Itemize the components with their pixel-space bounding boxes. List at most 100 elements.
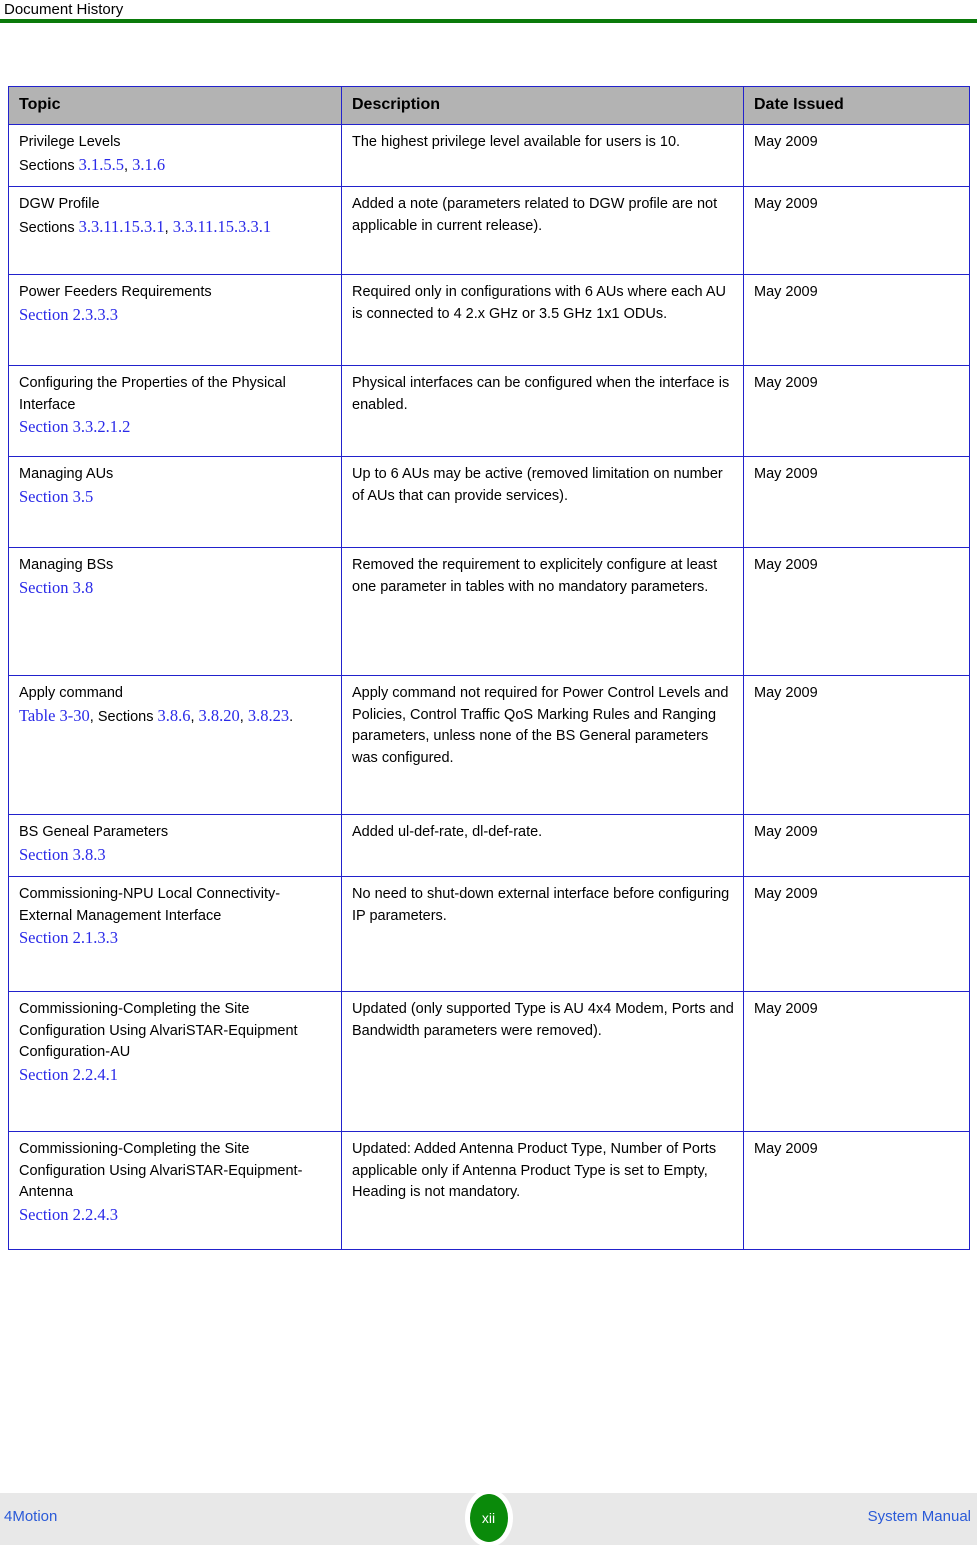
column-header-date-issued: Date Issued bbox=[743, 86, 970, 125]
section-link[interactable]: 3.8.6 bbox=[157, 706, 190, 725]
cell-topic: Managing AUs Section 3.5 bbox=[8, 456, 342, 548]
cell-topic: Configuring the Properties of the Physic… bbox=[8, 365, 342, 457]
section-link[interactable]: Section 3.3.2.1.2 bbox=[19, 417, 130, 436]
column-header-topic: Topic bbox=[8, 86, 342, 125]
topic-references: Section 2.3.3.3 bbox=[19, 304, 332, 328]
topic-title: Commissioning-NPU Local Connectivity-Ext… bbox=[19, 886, 281, 924]
topic-references: Section 3.8.3 bbox=[19, 844, 332, 868]
page-footer: 4Motion xii System Manual bbox=[0, 1489, 977, 1547]
cell-description: Updated: Added Antenna Product Type, Num… bbox=[341, 1131, 744, 1250]
topic-references: Section 3.8 bbox=[19, 577, 332, 601]
column-header-description: Description bbox=[341, 86, 744, 125]
cell-topic: Apply command Table 3-30, Sections 3.8.6,… bbox=[8, 675, 342, 815]
table-row: BS Geneal Parameters Section 3.8.3 Added u… bbox=[8, 814, 970, 877]
cell-date-issued: May 2009 bbox=[743, 1131, 970, 1250]
table-row: Apply command Table 3-30, Sections 3.8.6,… bbox=[8, 675, 970, 815]
section-link[interactable]: 3.8.23 bbox=[248, 706, 289, 725]
page-header: Document History bbox=[0, 0, 977, 30]
topic-references: Section 3.3.2.1.2 bbox=[19, 416, 332, 440]
section-link[interactable]: Section 3.8 bbox=[19, 578, 93, 597]
topic-title: Configuring the Properties of the Physic… bbox=[19, 375, 286, 413]
cell-description: Physical interfaces can be configured wh… bbox=[341, 365, 744, 457]
cell-topic: Managing BSs Section 3.8 bbox=[8, 547, 342, 676]
table-header: Topic Description Date Issued bbox=[8, 86, 970, 125]
cell-description: Required only in configurations with 6 A… bbox=[341, 274, 744, 366]
cell-date-issued: May 2009 bbox=[743, 876, 970, 992]
topic-title: BS Geneal Parameters bbox=[19, 824, 169, 840]
table-header-row: Topic Description Date Issued bbox=[8, 86, 970, 125]
topic-title: Commissioning-Completing the Site Config… bbox=[19, 1001, 298, 1060]
cell-description: Apply command not required for Power Con… bbox=[341, 675, 744, 815]
section-link[interactable]: Section 2.1.3.3 bbox=[19, 928, 118, 947]
cell-date-issued: May 2009 bbox=[743, 991, 970, 1132]
cell-topic: Commissioning-NPU Local Connectivity-Ext… bbox=[8, 876, 342, 992]
cell-description: Updated (only supported Type is AU 4x4 M… bbox=[341, 991, 744, 1132]
topic-title: Privilege Levels bbox=[19, 134, 121, 150]
cell-topic: Commissioning-Completing the Site Config… bbox=[8, 1131, 342, 1250]
cell-date-issued: May 2009 bbox=[743, 456, 970, 548]
cell-date-issued: May 2009 bbox=[743, 186, 970, 275]
topic-title: Power Feeders Requirements bbox=[19, 284, 212, 300]
topic-title: Commissioning-Completing the Site Config… bbox=[19, 1141, 303, 1200]
section-link[interactable]: 3.3.11.15.3.3.1 bbox=[173, 217, 271, 236]
footer-document-link[interactable]: System Manual bbox=[868, 1507, 971, 1527]
cell-date-issued: May 2009 bbox=[743, 675, 970, 815]
cell-date-issued: May 2009 bbox=[743, 547, 970, 676]
topic-refs-prefix: Sections bbox=[19, 219, 79, 236]
cell-date-issued: May 2009 bbox=[743, 365, 970, 457]
topic-refs-prefix: Sections bbox=[19, 157, 79, 174]
cell-topic: BS Geneal Parameters Section 3.8.3 bbox=[8, 814, 342, 877]
topic-references: Section 2.1.3.3 bbox=[19, 927, 332, 951]
table-row: DGW Profile Sections 3.3.11.15.3.1, 3.3.1… bbox=[8, 186, 970, 275]
table-row: Commissioning-NPU Local Connectivity-Ext… bbox=[8, 876, 970, 992]
footer-product-link[interactable]: 4Motion bbox=[4, 1507, 57, 1527]
topic-refs-mid-text: , Sections bbox=[89, 708, 158, 725]
topic-references: Section 2.2.4.3 bbox=[19, 1204, 332, 1228]
cell-description: Added ul-def-rate, dl-def-rate. bbox=[341, 814, 744, 877]
topic-references: Section 3.5 bbox=[19, 486, 332, 510]
section-link[interactable]: Section 2.2.4.3 bbox=[19, 1205, 118, 1224]
section-link[interactable]: 3.3.11.15.3.1 bbox=[79, 217, 165, 236]
table-row: Managing AUs Section 3.5 Up to 6 AUs may b… bbox=[8, 456, 970, 548]
table-row: Configuring the Properties of the Physic… bbox=[8, 365, 970, 457]
page-title: Document History bbox=[4, 1, 124, 18]
cell-description: No need to shut-down external interface … bbox=[341, 876, 744, 992]
section-link[interactable]: Table 3-30 bbox=[19, 706, 90, 725]
topic-refs-separator: , bbox=[239, 708, 248, 725]
section-link[interactable]: Section 3.5 bbox=[19, 487, 93, 506]
section-link[interactable]: 3.1.5.5 bbox=[79, 155, 124, 174]
cell-topic: Commissioning-Completing the Site Config… bbox=[8, 991, 342, 1132]
topic-references: Sections 3.3.11.15.3.1, 3.3.11.15.3.3.1 bbox=[19, 216, 332, 240]
section-link[interactable]: 3.1.6 bbox=[132, 155, 165, 174]
cell-topic: DGW Profile Sections 3.3.11.15.3.1, 3.3.1… bbox=[8, 186, 342, 275]
table-row: Managing BSs Section 3.8 Removed the requi… bbox=[8, 547, 970, 676]
topic-title: DGW Profile bbox=[19, 196, 100, 212]
document-history-table: Topic Description Date Issued Privilege … bbox=[8, 86, 970, 1250]
topic-title: Managing BSs bbox=[19, 557, 114, 573]
page-number-badge: xii bbox=[464, 1489, 513, 1547]
table-row: Power Feeders Requirements Section 2.3.3.… bbox=[8, 274, 970, 366]
topic-refs-separator: , bbox=[190, 708, 199, 725]
section-link[interactable]: Section 3.8.3 bbox=[19, 845, 106, 864]
topic-refs-separator: , bbox=[164, 219, 173, 236]
table-body: Privilege Levels Sections 3.1.5.5, 3.1.6 T… bbox=[8, 124, 970, 1250]
topic-title: Managing AUs bbox=[19, 466, 114, 482]
cell-description: Removed the requirement to explicitely c… bbox=[341, 547, 744, 676]
cell-date-issued: May 2009 bbox=[743, 124, 970, 187]
table-row: Commissioning-Completing the Site Config… bbox=[8, 991, 970, 1132]
cell-date-issued: May 2009 bbox=[743, 274, 970, 366]
cell-description: Up to 6 AUs may be active (removed limit… bbox=[341, 456, 744, 548]
topic-refs-end-text: . bbox=[289, 708, 294, 725]
section-link[interactable]: 3.8.20 bbox=[199, 706, 240, 725]
section-link[interactable]: Section 2.3.3.3 bbox=[19, 305, 118, 324]
topic-references: Section 2.2.4.1 bbox=[19, 1064, 332, 1088]
cell-description: The highest privilege level available fo… bbox=[341, 124, 744, 187]
section-link[interactable]: Section 2.2.4.1 bbox=[19, 1065, 118, 1084]
table-row: Privilege Levels Sections 3.1.5.5, 3.1.6 T… bbox=[8, 124, 970, 187]
topic-references: Sections 3.1.5.5, 3.1.6 bbox=[19, 154, 332, 178]
header-divider-rule bbox=[0, 19, 977, 23]
cell-topic: Power Feeders Requirements Section 2.3.3.… bbox=[8, 274, 342, 366]
topic-refs-separator: , bbox=[124, 157, 133, 174]
topic-references: Table 3-30, Sections 3.8.6, 3.8.20, 3.8.… bbox=[19, 705, 332, 729]
topic-title: Apply command bbox=[19, 685, 123, 701]
